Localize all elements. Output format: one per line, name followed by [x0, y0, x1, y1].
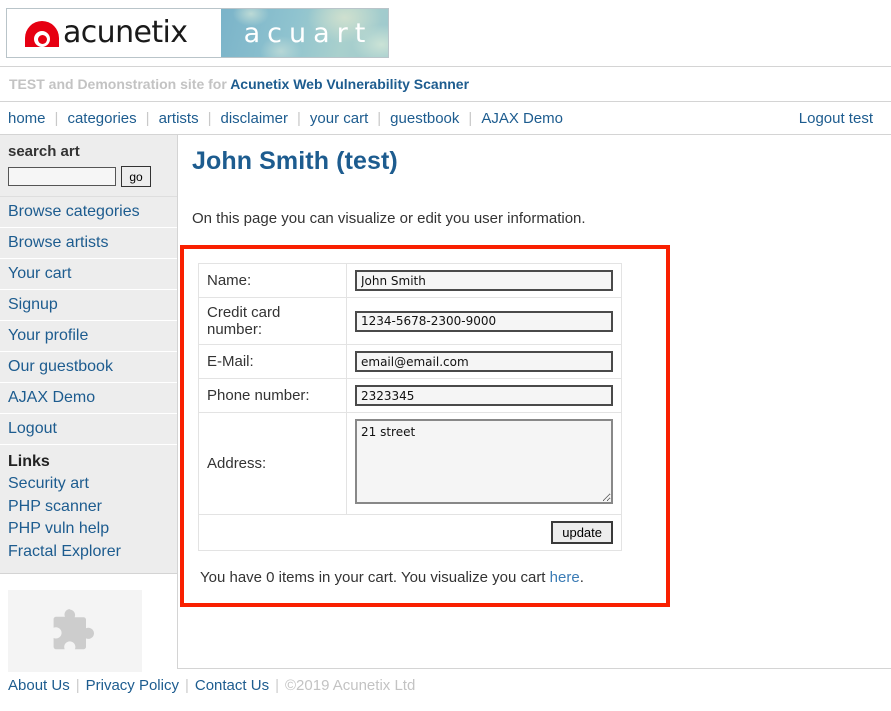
- cart-status-note: You have 0 items in your cart. You visua…: [200, 569, 652, 586]
- sidebar-item-our-guestbook[interactable]: Our guestbook: [0, 352, 177, 383]
- cart-status-period: .: [579, 569, 584, 586]
- sidebar-item-browse-categories[interactable]: Browse categories: [0, 197, 177, 228]
- acuart-banner: acuart: [221, 9, 388, 57]
- acuart-wordmark: acuart: [243, 17, 373, 49]
- phone-field[interactable]: [355, 385, 613, 406]
- sidebar-item-ajax-demo[interactable]: AJAX Demo: [0, 383, 177, 414]
- footer-link-contact-us[interactable]: Contact Us: [195, 677, 269, 694]
- copyright-text: ©2019 Acunetix Ltd: [284, 676, 416, 694]
- sidebar-item-your-profile[interactable]: Your profile: [0, 321, 177, 352]
- page-title: John Smith (test): [192, 147, 398, 175]
- search-title: search art: [8, 143, 80, 160]
- cart-status-text: You have 0 items in your cart. You visua…: [200, 569, 550, 586]
- cell-credit-card: [346, 297, 622, 345]
- cell-phone: [346, 378, 622, 413]
- links-heading: Links: [8, 453, 50, 470]
- highlighted-profile-region: Name: Credit card number: E-Mail:: [180, 245, 670, 607]
- acunetix-logo: acunetix: [7, 9, 221, 57]
- link-security-art[interactable]: Security art: [8, 473, 177, 496]
- logout-link[interactable]: Logout test: [790, 110, 882, 127]
- cell-name: [346, 263, 622, 298]
- label-name: Name:: [198, 263, 347, 298]
- form-row-email: E-Mail:: [198, 344, 622, 379]
- form-row-name: Name:: [198, 263, 622, 298]
- sidebar-item-signup[interactable]: Signup: [0, 290, 177, 321]
- page-footer: About Us | Privacy Policy | Contact Us |…: [0, 668, 891, 701]
- footer-separator: |: [275, 676, 279, 694]
- sidebar-item-logout[interactable]: Logout: [0, 414, 177, 445]
- nav-item-ajax-demo[interactable]: AJAX Demo: [472, 110, 572, 127]
- top-navigation: home | categories | artists | disclaimer…: [0, 102, 891, 135]
- nav-item-artists[interactable]: artists: [150, 110, 208, 127]
- top-nav-links: home | categories | artists | disclaimer…: [8, 110, 572, 127]
- footer-link-privacy-policy[interactable]: Privacy Policy: [86, 677, 179, 694]
- user-profile-form: Name: Credit card number: E-Mail:: [198, 263, 622, 551]
- label-credit-card: Credit card number:: [198, 297, 347, 345]
- sidebar-item-browse-artists[interactable]: Browse artists: [0, 228, 177, 259]
- acunetix-wordmark: acunetix: [63, 15, 188, 50]
- link-fractal-explorer[interactable]: Fractal Explorer: [8, 541, 177, 564]
- site-tagline: TEST and Demonstration site for Acunetix…: [0, 66, 891, 102]
- email-field[interactable]: [355, 351, 613, 372]
- main-content: John Smith (test) On this page you can v…: [178, 135, 891, 668]
- form-row-phone: Phone number:: [198, 378, 622, 413]
- nav-item-your-cart[interactable]: your cart: [301, 110, 377, 127]
- puzzle-piece-icon: [53, 608, 94, 650]
- page-layout: search art go Browse categories Browse a…: [0, 135, 891, 672]
- site-logo[interactable]: acunetix acuart: [6, 8, 389, 58]
- name-field[interactable]: [355, 270, 613, 291]
- nav-item-guestbook[interactable]: guestbook: [381, 110, 468, 127]
- cell-address: 21 street: [346, 412, 622, 515]
- logo-band: acunetix acuart: [0, 0, 891, 58]
- search-panel: search art go: [0, 135, 177, 197]
- label-email: E-Mail:: [198, 344, 347, 379]
- search-input[interactable]: [8, 167, 116, 186]
- sidebar: search art go Browse categories Browse a…: [0, 135, 178, 672]
- footer-separator: |: [75, 676, 80, 694]
- address-field[interactable]: 21 street: [355, 419, 613, 504]
- update-button[interactable]: update: [551, 521, 613, 544]
- credit-card-field[interactable]: [355, 310, 613, 332]
- plugin-placeholder-area: [0, 573, 177, 672]
- label-phone: Phone number:: [198, 378, 347, 413]
- footer-separator: |: [184, 676, 189, 694]
- form-row-address: Address: 21 street: [198, 412, 622, 515]
- search-row: go: [8, 166, 169, 187]
- nav-item-disclaimer[interactable]: disclaimer: [211, 110, 297, 127]
- cart-here-link[interactable]: here: [550, 569, 580, 586]
- form-row-credit-card: Credit card number:: [198, 297, 622, 345]
- cell-email: [346, 344, 622, 379]
- sidebar-links-section: Links Security art PHP scanner PHP vuln …: [0, 445, 177, 574]
- acunetix-arc-icon: [25, 19, 59, 47]
- tagline-link[interactable]: Acunetix Web Vulnerability Scanner: [230, 76, 469, 92]
- missing-plugin-placeholder[interactable]: [8, 589, 142, 672]
- search-go-button[interactable]: go: [121, 166, 151, 187]
- label-address: Address:: [198, 412, 347, 515]
- footer-link-about-us[interactable]: About Us: [8, 677, 70, 694]
- nav-item-home[interactable]: home: [8, 110, 55, 127]
- form-row-actions: update: [198, 514, 622, 551]
- link-php-scanner[interactable]: PHP scanner: [8, 496, 177, 519]
- tagline-prefix: TEST and Demonstration site for: [9, 76, 227, 92]
- cell-actions: update: [198, 514, 622, 551]
- sidebar-item-your-cart[interactable]: Your cart: [0, 259, 177, 290]
- link-php-vuln-help[interactable]: PHP vuln help: [8, 518, 177, 541]
- intro-text: On this page you can visualize or edit y…: [192, 210, 586, 227]
- nav-item-categories[interactable]: categories: [58, 110, 145, 127]
